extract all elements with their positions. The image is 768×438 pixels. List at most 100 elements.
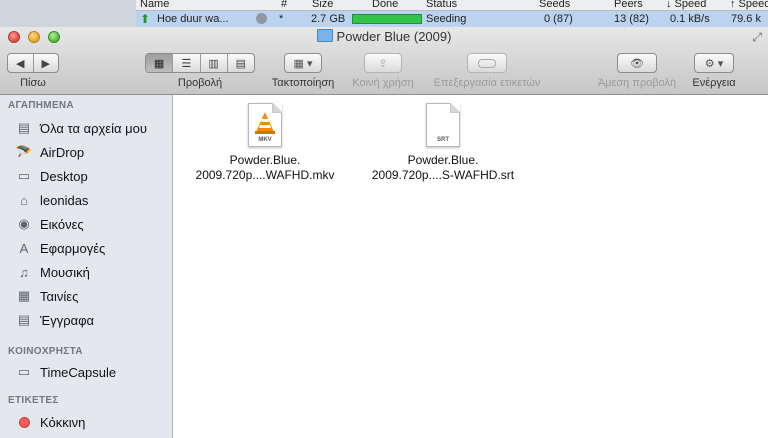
sidebar-item-label: TimeCapsule [40, 364, 117, 380]
timecapsule-icon: ▭ [17, 364, 31, 379]
grid-icon: ▦ [153, 57, 165, 70]
col-done[interactable]: Done [372, 0, 398, 10]
sidebar-item-desktop[interactable]: ▭ Desktop [16, 165, 166, 187]
sidebar-item-label: Μουσική [40, 264, 90, 280]
arrange-label: Τακτοποίηση [271, 77, 335, 89]
folder-icon [316, 29, 333, 42]
sidebar-item-music[interactable]: ♫ Μουσική [16, 261, 166, 283]
sidebar-item-all-files[interactable]: ▤ Όλα τα αρχεία μου [16, 117, 166, 139]
file-badge: SRT [437, 137, 449, 143]
sidebar-item-label: Desktop [40, 168, 88, 184]
file-item-srt[interactable]: SRT Powder.Blue. 2009.720p....S-WAFHD.sr… [353, 103, 533, 183]
col-seeds[interactable]: Seeds [539, 0, 570, 10]
action-button[interactable]: ⚙ ▾ [694, 53, 734, 73]
sidebar-item-airdrop[interactable]: 🪂 AirDrop [16, 141, 166, 163]
torrent-status: Seeding [426, 13, 467, 25]
airdrop-icon: 🪂 [15, 144, 33, 159]
col-hash[interactable]: # [281, 0, 287, 10]
all-files-icon: ▤ [17, 120, 31, 135]
edit-tags-label: Επεξεργασία ετικετών [433, 77, 541, 89]
favorites-header: ΑΓΑΠΗΜΕΝΑ [8, 100, 74, 111]
gear-icon: ⚙ [704, 57, 715, 70]
forward-button[interactable]: ▶ [34, 54, 59, 72]
vlc-cone-icon: MKV [248, 103, 282, 147]
chevron-left-icon: ◀ [16, 57, 25, 70]
torrent-hash: * [279, 13, 284, 25]
upload-arrow-icon: ⬆ [140, 12, 151, 26]
torrent-progress-bar [352, 14, 422, 24]
sidebar-item-label: Ταινίες [40, 288, 79, 304]
torrent-up-speed: 79.6 k [731, 13, 761, 25]
file-badge: MKV [258, 137, 272, 143]
file-item-mkv[interactable]: MKV Powder.Blue. 2009.720p....WAFHD.mkv [175, 103, 355, 183]
sidebar-item-label: Εφαρμογές [40, 240, 106, 256]
coverflow-view-button[interactable]: ▤ [228, 54, 254, 72]
sidebar-item-label: Όλα τα αρχεία μου [40, 120, 147, 136]
documents-icon: ▤ [17, 312, 31, 327]
back-label: Πίσω [20, 77, 46, 89]
red-tag-dot-icon [16, 414, 32, 430]
chevron-down-icon: ▾ [306, 57, 313, 70]
quicklook-button[interactable]: 👁 [617, 53, 657, 73]
col-name[interactable]: Name [140, 0, 169, 10]
magnifier-icon[interactable] [256, 13, 267, 24]
sidebar-item-timecapsule[interactable]: ▭ TimeCapsule [16, 361, 166, 383]
tags-header: ΕΤΙΚΕΤΕΣ [8, 395, 59, 406]
window-title-text: Powder Blue (2009) [336, 29, 452, 44]
fullscreen-icon[interactable]: ⤢ [752, 30, 762, 45]
view-mode-control: ▦ ☰ ▥ ▤ [145, 53, 255, 73]
sidebar-item-pictures[interactable]: ◉ Εικόνες [16, 213, 166, 235]
background-left-pane [0, 0, 136, 27]
window-title: Powder Blue (2009) [0, 29, 768, 45]
columns-icon: ▥ [208, 57, 219, 70]
sidebar-item-documents[interactable]: ▤ Έγγραφα [16, 309, 166, 331]
col-status[interactable]: Status [426, 0, 457, 10]
share-label: Κοινή χρήση [352, 77, 414, 89]
column-view-button[interactable]: ▥ [201, 54, 228, 72]
share-button[interactable]: ⇪ [364, 53, 402, 73]
file-name-line-1: Powder.Blue. [229, 153, 301, 167]
torrent-down-speed: 0.1 kB/s [670, 13, 710, 25]
eye-icon: 👁 [630, 57, 644, 70]
file-name-line-2: 2009.720p....S-WAFHD.srt [371, 168, 515, 182]
torrent-size: 2.7 GB [311, 13, 346, 25]
view-label: Προβολή [177, 77, 223, 89]
action-label: Ενέργεια [692, 77, 736, 89]
sidebar-item-tag-red[interactable]: Κόκκινη [16, 411, 166, 433]
sidebar-item-label: AirDrop [40, 144, 85, 160]
home-icon: ⌂ [20, 192, 28, 208]
coverflow-icon: ▤ [235, 57, 247, 70]
col-size[interactable]: Size [312, 0, 333, 10]
sidebar-item-label: Κόκκινη [40, 414, 86, 430]
arrange-button[interactable]: ▦ ▾ [284, 53, 322, 73]
music-icon: ♫ [19, 264, 29, 280]
background-torrent-app: Name # Size Done Status Seeds Peers ↓ Sp… [0, 0, 768, 27]
document-icon: SRT [426, 103, 460, 147]
list-view-button[interactable]: ☰ [173, 54, 201, 72]
back-button[interactable]: ◀ [8, 54, 34, 72]
sidebar: ΑΓΑΠΗΜΕΝΑ ▤ Όλα τα αρχεία μου 🪂 AirDrop ▭ D… [0, 95, 173, 438]
quicklook-label: Άμεση προβολή [597, 77, 677, 89]
col-peers[interactable]: Peers [614, 0, 643, 10]
chevron-right-icon: ▶ [41, 57, 50, 70]
back-forward-control: ◀ ▶ [7, 53, 59, 73]
file-name-line-2: 2009.720p....WAFHD.mkv [195, 168, 335, 182]
sidebar-item-label: leonidas [40, 192, 89, 208]
chevron-down-icon: ▾ [717, 57, 724, 70]
shared-header: ΚΟΙΝΟΧΡΗΣΤΑ [8, 346, 83, 357]
sidebar-item-movies[interactable]: ▦ Ταινίες [16, 285, 166, 307]
torrent-column-header: Name # Size Done Status Seeds Peers ↓ Sp… [136, 0, 768, 11]
list-icon: ☰ [181, 57, 192, 70]
col-down-speed[interactable]: ↓ Speed [666, 0, 706, 10]
torrent-peers: 13 (82) [614, 13, 649, 25]
file-name-line-1: Powder.Blue. [407, 153, 479, 167]
icon-view-button[interactable]: ▦ [146, 54, 174, 72]
share-icon: ⇪ [378, 57, 388, 70]
sidebar-item-home[interactable]: ⌂ leonidas [16, 189, 166, 211]
window-titlebar[interactable]: Powder Blue (2009) ⤢ ◀ ▶ Πίσω ▦ ☰ ▥ ▤ Πρ… [0, 27, 768, 95]
col-up-speed[interactable]: ↑ Speed [730, 0, 768, 10]
sidebar-item-applications[interactable]: A Εφαρμογές [16, 237, 166, 259]
sidebar-item-label: Εικόνες [40, 216, 84, 232]
camera-icon: ◉ [18, 216, 30, 231]
edit-tags-button[interactable] [467, 53, 507, 73]
